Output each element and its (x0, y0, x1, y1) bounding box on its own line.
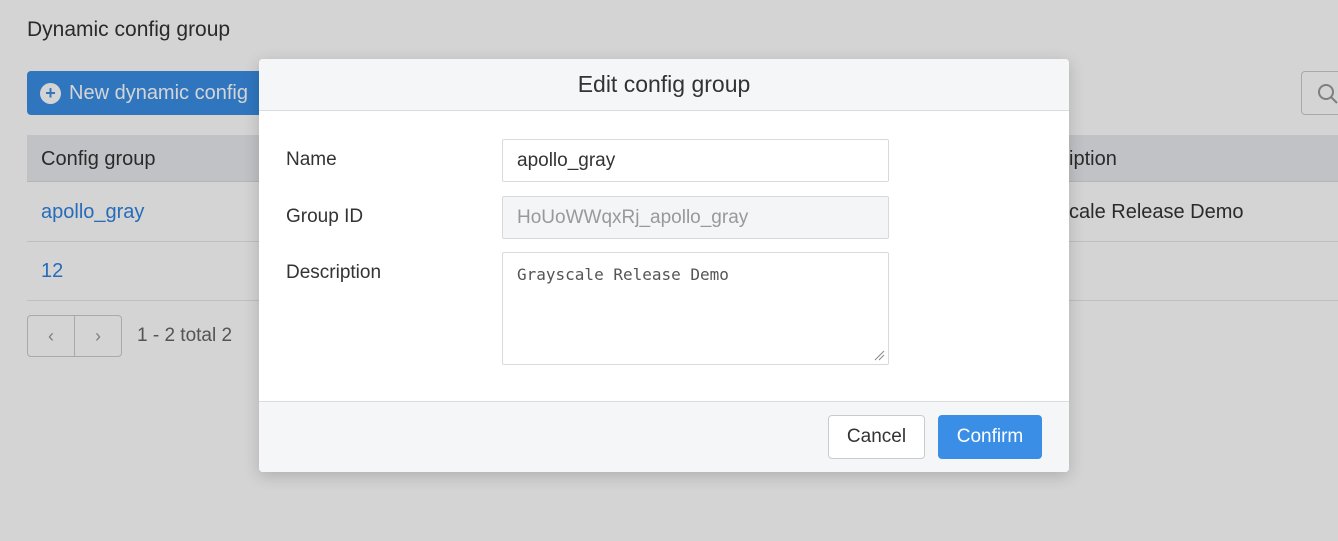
dialog-title: Edit config group (577, 71, 751, 97)
edit-config-group-dialog: Edit config group Name Group ID Descript… (259, 59, 1069, 472)
resize-handle-icon[interactable] (873, 349, 885, 361)
name-label: Name (286, 149, 337, 170)
confirm-button[interactable]: Confirm (938, 415, 1042, 459)
description-textarea[interactable]: Grayscale Release Demo (502, 252, 889, 365)
description-label: Description (286, 262, 382, 283)
group-id-input (502, 196, 889, 239)
dialog-header: Edit config group (259, 59, 1069, 111)
name-input[interactable] (502, 139, 889, 182)
dialog-footer: Cancel Confirm (259, 401, 1069, 472)
group-id-label: Group ID (286, 206, 364, 227)
cancel-button[interactable]: Cancel (828, 415, 925, 459)
